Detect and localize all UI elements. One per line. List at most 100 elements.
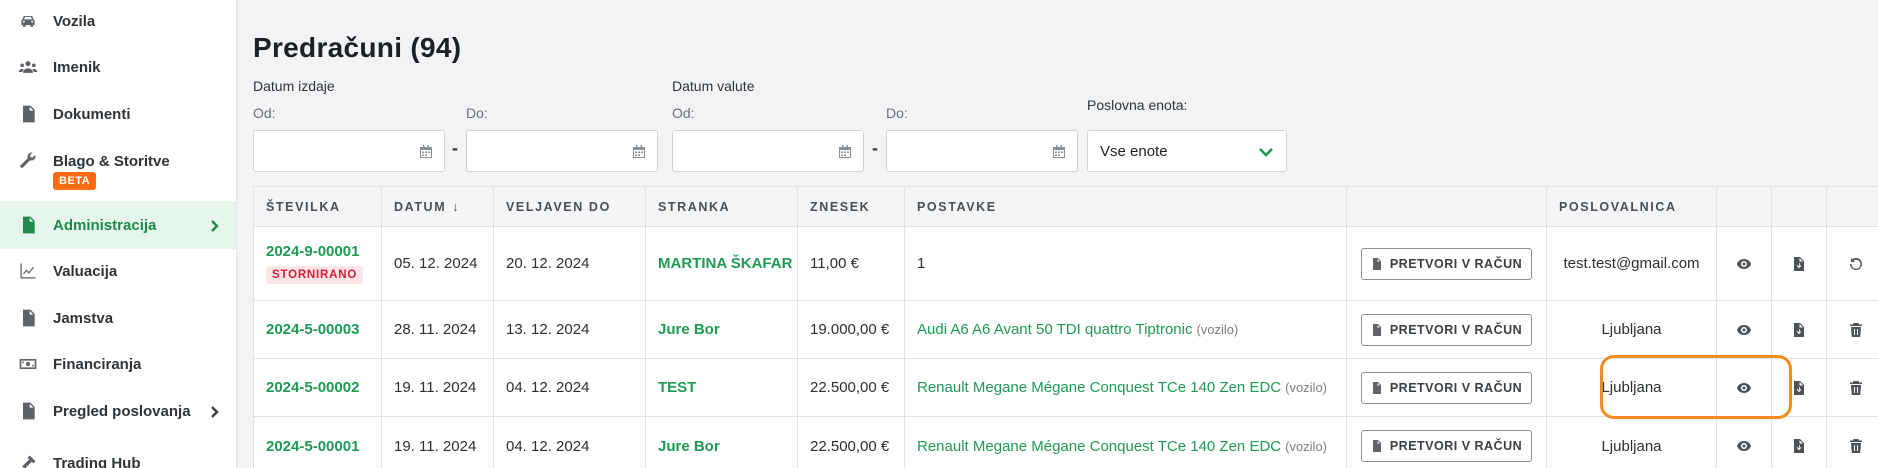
document-icon bbox=[1372, 257, 1381, 270]
file-download-icon[interactable] bbox=[1791, 256, 1807, 272]
invoice-number-cell: 2024-9-00001 STORNIRANO bbox=[254, 227, 382, 300]
issue-date-to-input[interactable] bbox=[466, 130, 658, 172]
convert-to-invoice-button[interactable]: PRETVORI V RAČUN bbox=[1361, 430, 1532, 462]
wrench-icon bbox=[16, 149, 40, 173]
vehicle-link[interactable]: Renault Megane Mégane Conquest TCe 140 Z… bbox=[917, 379, 1281, 396]
value-date-to-input[interactable] bbox=[886, 130, 1078, 172]
action-cell bbox=[1827, 227, 1878, 300]
money-icon bbox=[16, 352, 40, 376]
date-cell: 28. 11. 2024 bbox=[382, 301, 494, 358]
sidebar-item-label: Valuacija bbox=[53, 262, 118, 280]
view-cell bbox=[1717, 417, 1772, 468]
amount-cell: 11,00 € bbox=[798, 227, 905, 300]
valid-until-cell: 04. 12. 2024 bbox=[494, 417, 646, 468]
customer-link[interactable]: Jure Bor bbox=[658, 438, 720, 455]
branch-cell: test.test@gmail.com bbox=[1547, 227, 1717, 300]
convert-cell: PRETVORI V RAČUN bbox=[1347, 227, 1547, 300]
column-header-date-label: DATUM bbox=[394, 200, 447, 214]
eye-icon[interactable] bbox=[1736, 380, 1752, 396]
customer-cell: TEST bbox=[646, 359, 798, 416]
date-range-separator: - bbox=[452, 138, 458, 158]
trash-icon[interactable] bbox=[1848, 322, 1864, 338]
column-header-branch[interactable]: POSLOVALNICA bbox=[1547, 187, 1717, 227]
download-cell bbox=[1772, 301, 1827, 358]
vehicle-link[interactable]: Renault Megane Mégane Conquest TCe 140 Z… bbox=[917, 438, 1281, 455]
trash-icon[interactable] bbox=[1848, 438, 1864, 454]
calendar-icon[interactable] bbox=[1051, 144, 1067, 160]
customer-link[interactable]: MARTINA ŠKAFAR bbox=[658, 255, 792, 272]
sidebar-item-label: Trading Hub bbox=[53, 454, 141, 468]
sidebar-item-vozila[interactable]: Vozila bbox=[0, 8, 236, 34]
column-header-valid-until[interactable]: VELJAVEN DO bbox=[494, 187, 646, 227]
sidebar-item-administracija[interactable]: Administracija bbox=[0, 201, 236, 249]
sidebar-item-dokumenti[interactable]: Dokumenti bbox=[0, 101, 236, 127]
invoice-number-link[interactable]: 2024-5-00002 bbox=[266, 379, 359, 396]
sidebar: Vozila Imenik Dokumenti Blago & Storitve… bbox=[0, 0, 237, 468]
eye-icon[interactable] bbox=[1736, 322, 1752, 338]
column-header-amount[interactable]: ZNESEK bbox=[798, 187, 905, 227]
sidebar-item-trading-hub[interactable]: Trading Hub bbox=[0, 450, 236, 468]
calendar-icon[interactable] bbox=[837, 144, 853, 160]
document-icon bbox=[1372, 440, 1381, 452]
action-cell bbox=[1827, 359, 1878, 416]
sidebar-item-label: Pregled poslovanja bbox=[53, 402, 191, 420]
customer-cell: Jure Bor bbox=[646, 301, 798, 358]
report-icon bbox=[16, 399, 40, 423]
customer-link[interactable]: TEST bbox=[658, 379, 696, 396]
issue-date-from-label: Od: bbox=[253, 105, 276, 121]
sidebar-item-imenik[interactable]: Imenik bbox=[0, 54, 236, 80]
amount-cell: 19.000,00 € bbox=[798, 301, 905, 358]
column-header-number[interactable]: ŠTEVILKA bbox=[254, 187, 382, 227]
table-header: ŠTEVILKA DATUM ↓ VELJAVEN DO STRANKA ZNES… bbox=[254, 187, 1878, 227]
undo-icon[interactable] bbox=[1848, 256, 1864, 272]
invoice-number-link[interactable]: 2024-9-00001 bbox=[266, 243, 359, 260]
convert-to-invoice-button[interactable]: PRETVORI V RAČUN bbox=[1361, 313, 1532, 346]
item-type-note: (vozilo) bbox=[1285, 438, 1328, 454]
table-row: 2024-9-00001 STORNIRANO 05. 12. 2024 20.… bbox=[254, 227, 1878, 301]
item-type-note: (vozilo) bbox=[1285, 380, 1328, 395]
column-header-items: POSTAVKE bbox=[905, 187, 1347, 227]
convert-to-invoice-label: PRETVORI V RAČUN bbox=[1389, 380, 1523, 395]
download-cell bbox=[1772, 359, 1827, 416]
car-icon bbox=[16, 9, 40, 33]
sidebar-item-pregled-poslovanja[interactable]: Pregled poslovanja bbox=[0, 398, 236, 424]
invoice-number-link[interactable]: 2024-5-00001 bbox=[266, 438, 359, 455]
sidebar-item-blago-storitve[interactable]: Blago & Storitve bbox=[0, 148, 236, 174]
file-download-icon[interactable] bbox=[1791, 322, 1807, 338]
calendar-icon[interactable] bbox=[418, 144, 434, 160]
amount-cell: 22.500,00 € bbox=[798, 417, 905, 468]
document-icon bbox=[1372, 323, 1381, 336]
column-header-date[interactable]: DATUM ↓ bbox=[382, 187, 494, 227]
trash-icon[interactable] bbox=[1848, 380, 1864, 396]
value-date-from-input[interactable] bbox=[672, 130, 864, 172]
convert-to-invoice-button[interactable]: PRETVORI V RAČUN bbox=[1361, 247, 1532, 280]
branch-cell: Ljubljana bbox=[1547, 417, 1717, 468]
convert-to-invoice-button[interactable]: PRETVORI V RAČUN bbox=[1361, 371, 1532, 404]
customer-link[interactable]: Jure Bor bbox=[658, 321, 720, 338]
column-header-view bbox=[1717, 187, 1772, 227]
customer-cell: Jure Bor bbox=[646, 417, 798, 468]
view-cell bbox=[1717, 227, 1772, 300]
convert-to-invoice-label: PRETVORI V RAČUN bbox=[1389, 439, 1523, 453]
business-unit-select[interactable]: Vse enote bbox=[1087, 130, 1287, 172]
admin-document-icon bbox=[16, 213, 40, 237]
vehicle-link[interactable]: Audi A6 A6 Avant 50 TDI quattro Tiptroni… bbox=[917, 321, 1192, 338]
column-header-customer[interactable]: STRANKA bbox=[646, 187, 798, 227]
issue-date-from-input[interactable] bbox=[253, 130, 445, 172]
convert-cell: PRETVORI V RAČUN bbox=[1347, 301, 1547, 358]
eye-icon[interactable] bbox=[1736, 256, 1752, 272]
main-content: Predračuni (94) Datum izdaje Od: Do: - D… bbox=[237, 0, 1878, 468]
file-download-icon[interactable] bbox=[1791, 438, 1807, 454]
sidebar-item-jamstva[interactable]: Jamstva bbox=[0, 305, 236, 331]
items-cell: Audi A6 A6 Avant 50 TDI quattro Tiptroni… bbox=[905, 301, 1347, 358]
eye-icon[interactable] bbox=[1736, 438, 1752, 454]
file-download-icon[interactable] bbox=[1791, 380, 1807, 396]
document-icon bbox=[16, 102, 40, 126]
chevron-right-icon bbox=[208, 405, 220, 418]
sidebar-item-valuacija[interactable]: Valuacija bbox=[0, 258, 236, 284]
invoice-number-link[interactable]: 2024-5-00003 bbox=[266, 321, 359, 338]
sidebar-item-financiranja[interactable]: Financiranja bbox=[0, 351, 236, 377]
chevron-right-icon bbox=[208, 219, 220, 232]
calendar-icon[interactable] bbox=[631, 144, 647, 160]
table-row: 2024-5-00002 19. 11. 2024 04. 12. 2024 T… bbox=[254, 359, 1878, 417]
